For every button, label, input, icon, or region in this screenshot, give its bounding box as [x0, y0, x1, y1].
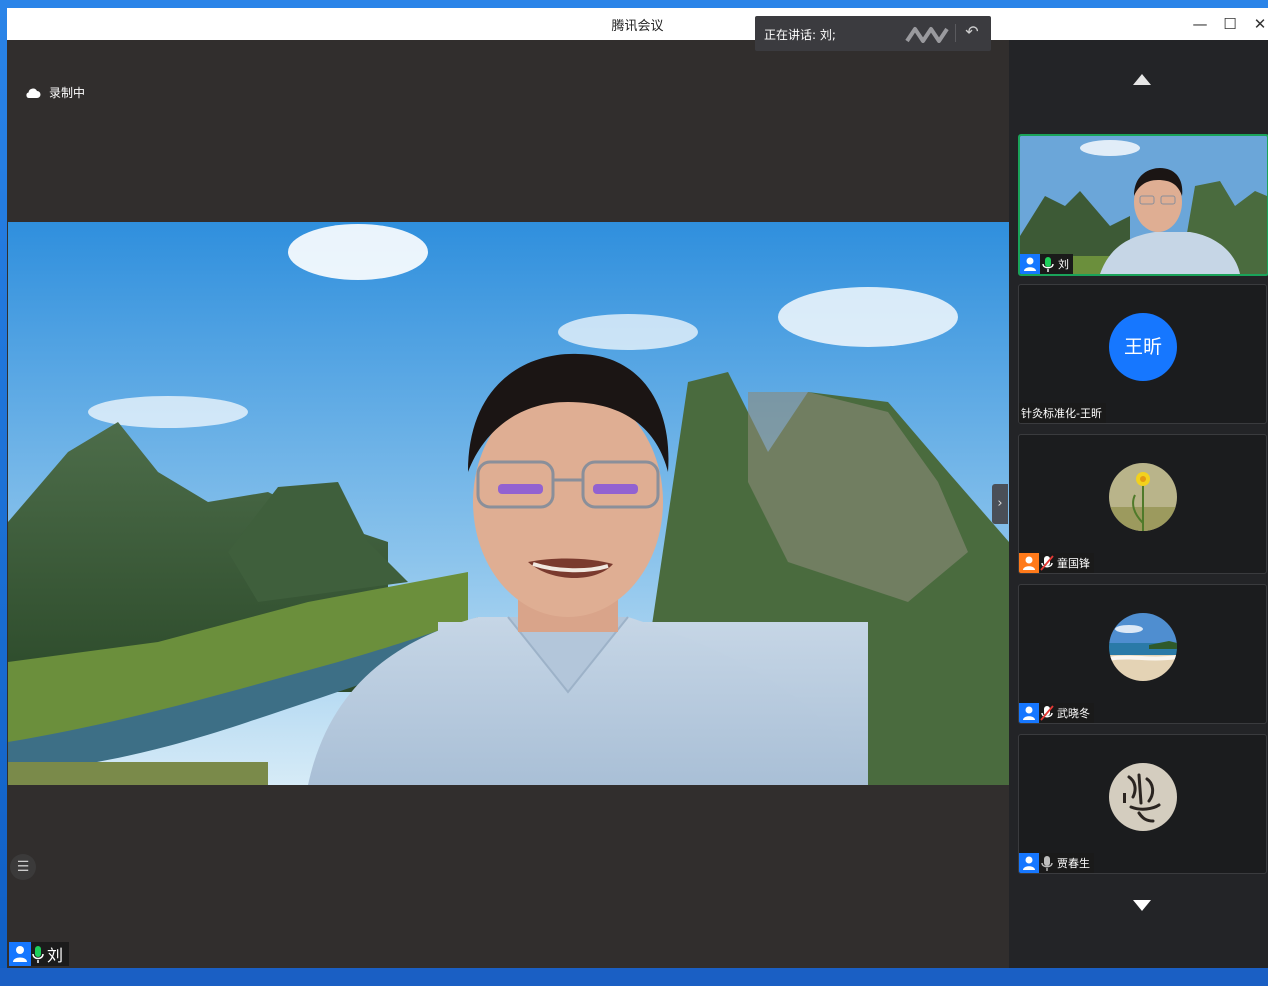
- speaker-video-frame: [8, 222, 1009, 785]
- beach-avatar-image: [1109, 613, 1177, 681]
- close-icon[interactable]: ✕: [1245, 8, 1268, 40]
- main-video-participant-name: 刘: [47, 946, 64, 965]
- participant-nametag: 童国锋: [1019, 553, 1094, 573]
- cloud-icon: [26, 88, 41, 98]
- mic-off-icon: [1039, 853, 1055, 873]
- person-icon: [1019, 553, 1039, 573]
- mic-muted-icon: [1039, 553, 1055, 573]
- participant-name: 武晓冬: [1057, 707, 1090, 720]
- calligraphy-avatar-image: [1109, 763, 1177, 831]
- maximize-icon[interactable]: ☐: [1215, 8, 1245, 40]
- participant-tile[interactable]: 贾春生: [1018, 734, 1267, 874]
- participant-avatar: 王昕: [1109, 313, 1177, 381]
- person-icon: [9, 942, 31, 966]
- speaking-label: 正在讲话: 刘;: [764, 28, 836, 42]
- scroll-up-icon[interactable]: [1133, 74, 1151, 85]
- return-icon[interactable]: ↶: [959, 22, 985, 44]
- divider: [955, 24, 956, 42]
- mic-on-icon: [31, 942, 45, 966]
- participant-name: 童国锋: [1057, 557, 1090, 570]
- collapse-sidebar-button[interactable]: ›: [992, 484, 1008, 524]
- participant-nametag: 武晓冬: [1019, 703, 1094, 723]
- participant-name: 针灸标准化-王昕: [1021, 407, 1102, 420]
- minimize-icon[interactable]: —: [1185, 8, 1215, 40]
- main-video-area: 录制中 › ☰ 刘: [7, 40, 1009, 968]
- list-icon[interactable]: ☰: [10, 854, 36, 880]
- participant-nametag: 针灸标准化-王昕: [1019, 403, 1106, 423]
- participant-nametag: 刘: [1020, 254, 1073, 274]
- daffodil-avatar-image: [1109, 463, 1177, 531]
- participant-avatar: [1109, 763, 1177, 831]
- participant-tile[interactable]: 刘: [1018, 134, 1268, 276]
- participant-nametag: 贾春生: [1019, 853, 1094, 873]
- participant-tile[interactable]: 王昕 针灸标准化-王昕: [1018, 284, 1267, 424]
- active-speaker-bar: 正在讲话: 刘; ↶: [755, 16, 991, 51]
- participant-avatar: [1109, 613, 1177, 681]
- participant-name: 刘: [1058, 258, 1069, 271]
- speaking-wave-icon: [905, 27, 949, 43]
- participant-avatar: [1109, 463, 1177, 531]
- participant-tile[interactable]: 童国锋: [1018, 434, 1267, 574]
- mic-muted-icon: [1039, 703, 1055, 723]
- scroll-down-icon[interactable]: [1133, 900, 1151, 911]
- speaker-video[interactable]: [8, 222, 1009, 785]
- taskbar-edge: [0, 968, 1268, 986]
- app-title: 腾讯会议: [611, 19, 664, 34]
- participant-name: 贾春生: [1057, 857, 1090, 870]
- recording-indicator: 录制中: [25, 84, 85, 101]
- person-icon: [1019, 703, 1039, 723]
- person-icon: [1020, 254, 1040, 274]
- mic-on-icon: [1040, 254, 1056, 274]
- participant-sidebar: 刘 王昕 针灸标准化-王昕 童国锋 武晓冬 贾春生: [1009, 40, 1268, 968]
- window-titlebar: 腾讯会议 — ☐ ✕: [7, 8, 1268, 40]
- recording-label: 录制中: [49, 86, 86, 100]
- person-icon: [1019, 853, 1039, 873]
- main-video-nametag: 刘: [9, 942, 70, 966]
- participant-tile[interactable]: 武晓冬: [1018, 584, 1267, 724]
